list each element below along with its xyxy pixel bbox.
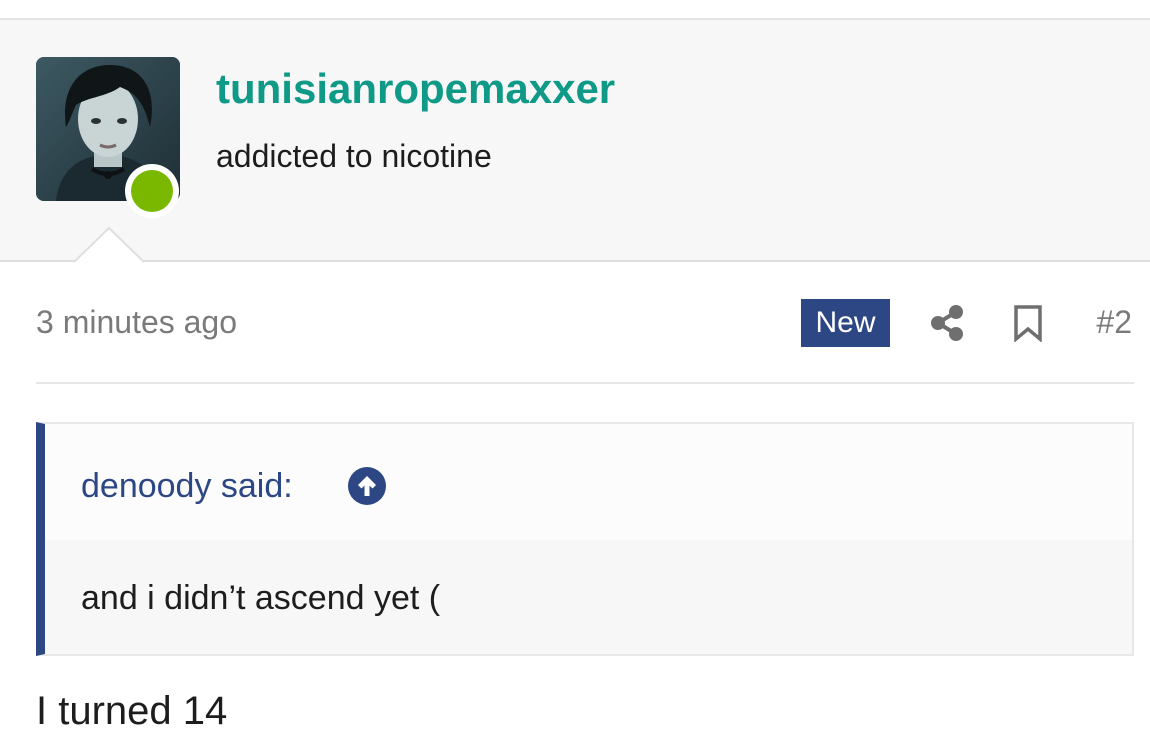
quote-text: and i didn’t ascend yet (: [81, 579, 441, 617]
forum-post: tunisianropemaxxer addicted to nicotine …: [0, 0, 1150, 749]
post-timestamp[interactable]: 3 minutes ago: [36, 302, 237, 342]
quote-content: and i didn’t ascend yet (: [45, 540, 1132, 654]
bookmark-icon[interactable]: [1012, 304, 1044, 343]
post-header-divider: [36, 382, 1134, 384]
quote-author[interactable]: denoody said:: [81, 466, 293, 506]
new-badge: New: [801, 299, 890, 347]
share-icon[interactable]: [928, 303, 966, 343]
user-header-border: [0, 260, 1150, 262]
post-message: I turned 14: [36, 689, 228, 733]
online-status-indicator: [125, 164, 179, 218]
user-title: addicted to nicotine: [216, 138, 492, 174]
quote-block: denoody said: and i didn’t ascend yet (: [36, 422, 1134, 656]
arrow-up-circle-icon[interactable]: [348, 467, 386, 505]
quote-header: denoody said:: [45, 424, 1132, 540]
username[interactable]: tunisianropemaxxer: [216, 64, 615, 114]
post-number[interactable]: #2: [1070, 302, 1132, 342]
